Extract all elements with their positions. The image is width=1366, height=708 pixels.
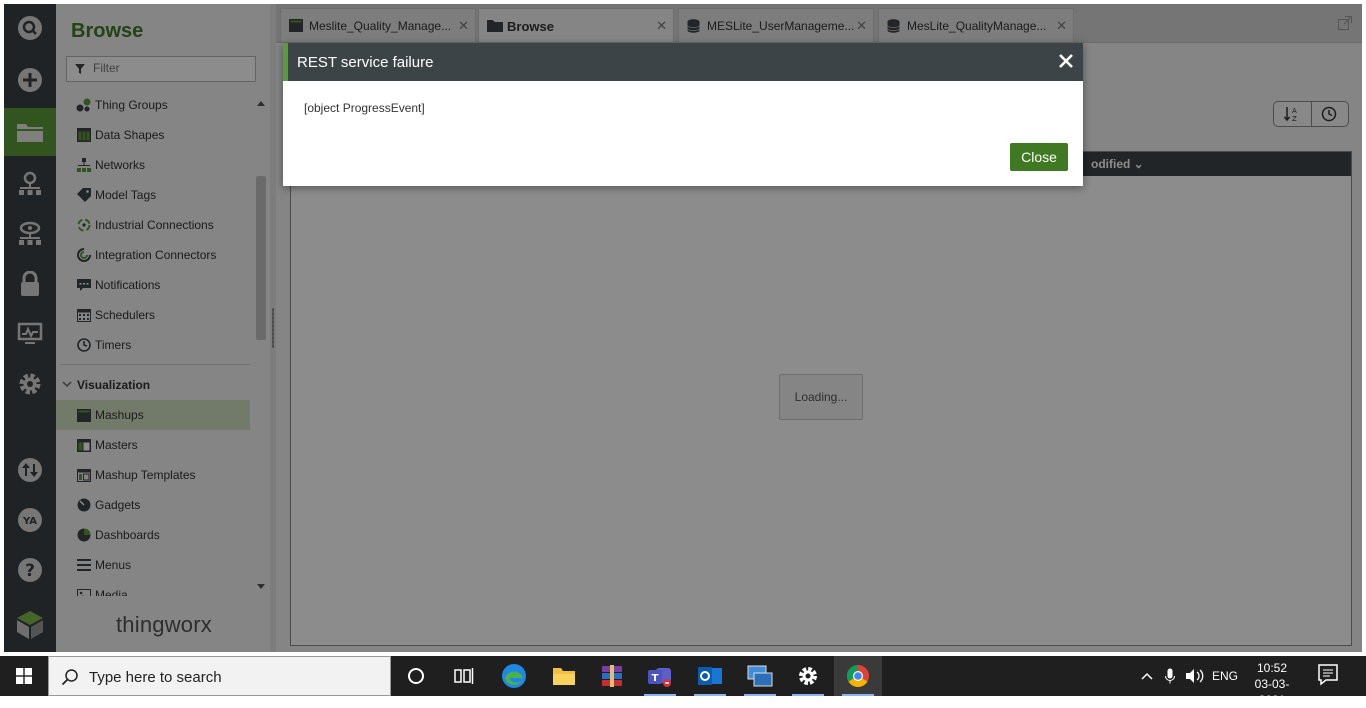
start-button[interactable] [0,656,48,696]
taskbar-clock[interactable]: 10:52 03-03-2021 [1244,660,1300,708]
microphone-icon [1165,668,1175,684]
edge-app[interactable] [490,656,538,696]
winrar-app[interactable] [588,656,636,696]
remote-desktop-icon [747,665,773,687]
taskbar-search[interactable]: Type here to search [48,656,391,696]
chevron-up-icon [1141,672,1153,680]
windows-taskbar: Type here to search T ENG 10:52 03-03-20… [0,656,1366,707]
dialog-title: REST service failure [297,54,434,71]
search-icon [61,669,78,686]
chrome-icon [846,664,869,687]
close-icon[interactable] [1057,52,1075,70]
windows-logo-icon [16,668,32,684]
clock-time: 10:52 [1256,661,1288,675]
dialog-message: [object ProgressEvent] [304,101,425,115]
dialog-header: REST service failure [283,43,1083,81]
close-button[interactable]: Close [1010,143,1068,171]
clock-date: 03-03-2021 [1254,677,1290,707]
chrome-app[interactable] [834,656,882,696]
show-hidden-icons-button[interactable] [1136,656,1158,696]
cortana-circle-icon [408,668,424,684]
task-view-icon [454,668,474,684]
settings-app[interactable] [784,656,832,696]
file-explorer-app[interactable] [540,656,588,696]
microphone-tray[interactable] [1160,656,1180,696]
notification-center-icon[interactable] [1318,664,1338,686]
teams-icon: T [648,668,671,687]
cortana-button[interactable] [392,656,440,696]
svg-text:T: T [652,673,659,684]
winrar-icon [602,665,622,687]
speaker-icon [1186,669,1204,683]
remote-desktop-app[interactable] [736,656,784,696]
language-indicator[interactable]: ENG [1212,669,1238,683]
thingworx-app: YA ? Browse Thing Groups Data Shapes [4,4,1362,652]
volume-tray[interactable] [1182,656,1208,696]
edge-browser-icon [502,664,526,688]
task-view-button[interactable] [440,656,488,696]
error-dialog: REST service failure [object ProgressEve… [283,43,1083,186]
gear-icon [799,667,817,685]
outlook-icon [698,667,722,685]
teams-app[interactable]: T [636,656,684,696]
file-explorer-icon [553,668,575,685]
outlook-app[interactable] [686,656,734,696]
taskbar-search-placeholder: Type here to search [89,669,222,686]
